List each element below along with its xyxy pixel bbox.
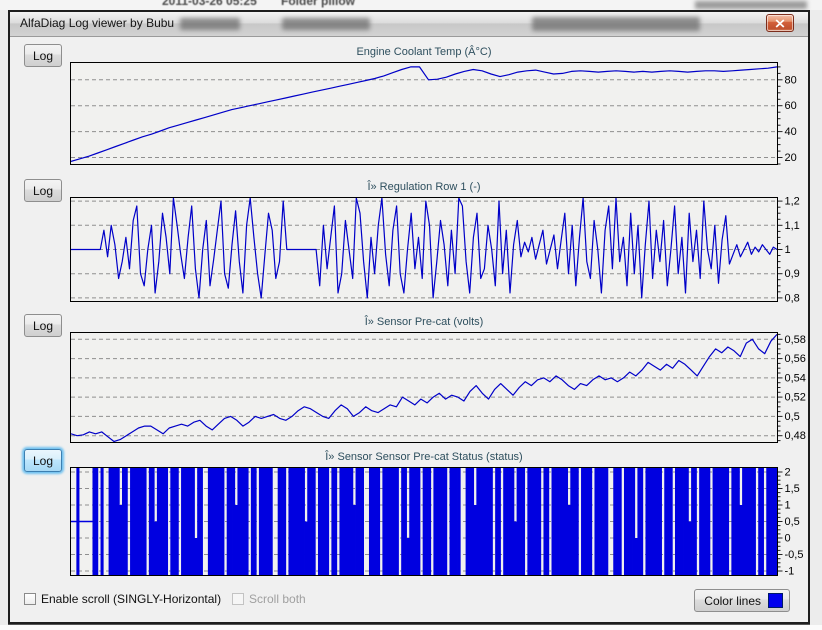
scroll-both-checkbox: Scroll both: [232, 592, 306, 606]
chart-plot-area: [70, 332, 778, 443]
redacted-text-blur: [282, 18, 370, 30]
background-blurred-block: [695, 1, 807, 9]
svg-text:20: 20: [785, 152, 797, 164]
color-lines-button[interactable]: Color lines: [694, 589, 790, 612]
client-area: Log Engine Coolant Temp (Â°C) 20406080 L…: [10, 37, 808, 622]
close-button[interactable]: [766, 14, 794, 32]
chart-lambda-regulation: Î» Regulation Row 1 (-) 0,8 0,9 1 1,1 1,2: [70, 180, 808, 302]
enable-scroll-label: Enable scroll (SINGLY-Horizontal): [41, 592, 221, 606]
background-window-strip: 2011-03-26 05:25 Folder pillow: [0, 0, 822, 10]
chart-title: Î» Sensor Sensor Pre-cat Status (status): [70, 450, 778, 464]
svg-text:2: 2: [785, 467, 791, 479]
log-button[interactable]: Log: [24, 44, 62, 67]
checkbox-box[interactable]: [24, 593, 36, 605]
chart-engine-coolant-temp: Engine Coolant Temp (Â°C) 20 40 60 80: [70, 45, 808, 165]
chart-sensor-pre-cat: Î» Sensor Pre-cat (volts) 0,48 0,5 0,52 0,5…: [70, 315, 808, 443]
chart-y-axis-labels: 0,48 0,5 0,52 0,54 0,56 0,58: [778, 329, 808, 446]
chart-y-axis-labels: -1 -0,5 0 0,5 1 1,5 2: [778, 464, 808, 579]
background-bottom-strip: [0, 625, 822, 630]
chart-title: Engine Coolant Temp (Â°C): [70, 45, 778, 59]
svg-text:0,54: 0,54: [785, 372, 806, 384]
chart-plot-area: [70, 197, 778, 302]
svg-text:0,9: 0,9: [785, 268, 800, 280]
chart-y-axis-labels: 0,8 0,9 1 1,1 1,2: [778, 194, 808, 305]
svg-text:1,5: 1,5: [785, 483, 800, 495]
checkbox-box: [232, 593, 244, 605]
background-date-text: 2011-03-26 05:25: [162, 0, 257, 8]
svg-text:1: 1: [785, 244, 791, 256]
chart-title: Î» Sensor Pre-cat (volts): [70, 315, 778, 329]
svg-text:80: 80: [785, 74, 797, 86]
background-folder-text: Folder pillow: [281, 0, 355, 8]
chart-sensor-pre-cat-status: Î» Sensor Sensor Pre-cat Status (status)…: [70, 450, 808, 576]
svg-text:0,5: 0,5: [785, 516, 800, 528]
svg-text:1: 1: [785, 500, 791, 512]
svg-text:0,8: 0,8: [785, 292, 800, 304]
log-button[interactable]: Log: [24, 314, 62, 337]
svg-text:0,56: 0,56: [785, 353, 806, 365]
svg-text:-1: -1: [785, 566, 795, 578]
chart-plot-area: [70, 467, 778, 576]
close-icon: [775, 19, 785, 28]
svg-text:-0,5: -0,5: [785, 549, 804, 561]
chart-plot-area: [70, 62, 778, 165]
svg-text:0: 0: [785, 533, 791, 545]
svg-text:1,1: 1,1: [785, 220, 800, 232]
svg-text:0,5: 0,5: [785, 411, 800, 423]
redacted-text-blur: [532, 17, 700, 31]
svg-text:60: 60: [785, 100, 797, 112]
alfadiag-window: AlfaDiag Log viewer by Bubu Log Engine C…: [8, 10, 810, 624]
svg-text:0,52: 0,52: [785, 392, 806, 404]
log-button[interactable]: Log: [24, 179, 62, 202]
scroll-both-label: Scroll both: [249, 592, 306, 606]
redacted-text-blur: [180, 18, 240, 30]
svg-text:40: 40: [785, 126, 797, 138]
bottom-controls: Enable scroll (SINGLY-Horizontal) Scroll…: [10, 589, 806, 613]
title-bar[interactable]: AlfaDiag Log viewer by Bubu: [10, 12, 808, 37]
chart-title: Î» Regulation Row 1 (-): [70, 180, 778, 194]
svg-text:1,2: 1,2: [785, 196, 800, 208]
svg-text:0,58: 0,58: [785, 334, 806, 346]
svg-text:0,48: 0,48: [785, 430, 806, 442]
log-button[interactable]: Log: [24, 449, 62, 472]
window-title: AlfaDiag Log viewer by Bubu: [20, 16, 174, 30]
color-swatch-icon: [768, 593, 783, 608]
chart-y-axis-labels: 20 40 60 80: [778, 59, 808, 168]
enable-scroll-checkbox[interactable]: Enable scroll (SINGLY-Horizontal): [24, 592, 221, 606]
color-lines-label: Color lines: [704, 594, 761, 608]
